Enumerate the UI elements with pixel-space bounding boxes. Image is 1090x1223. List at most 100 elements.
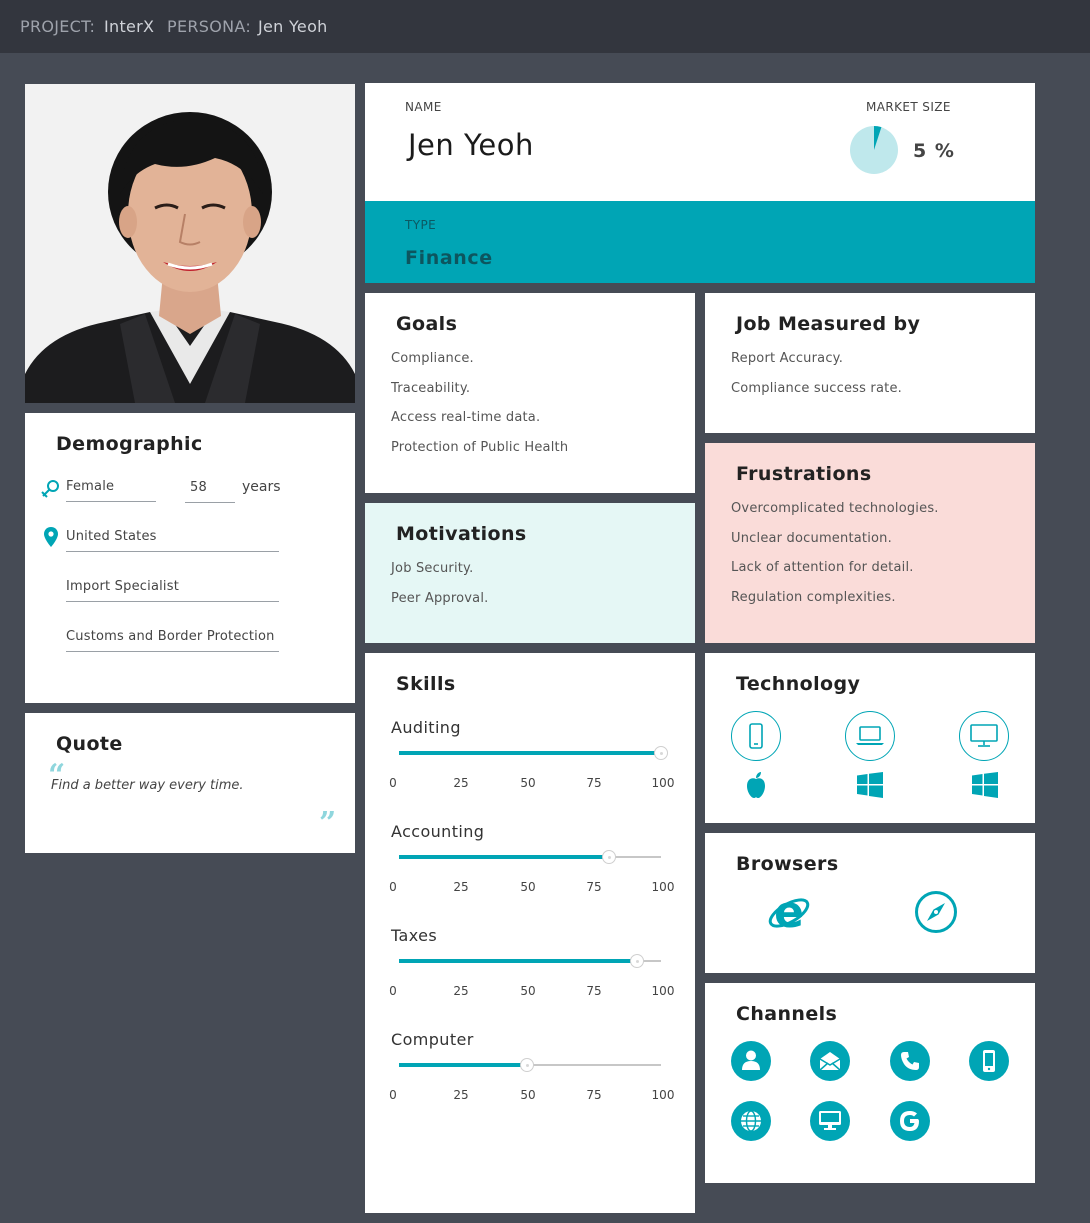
skill-fill xyxy=(399,959,638,963)
skills-card: Skills Auditing 0 25 50 75 100 Accounting 0 25 50… xyxy=(365,653,695,1213)
occupation-field[interactable]: Import Specialist xyxy=(66,579,279,602)
skill-track[interactable] xyxy=(399,1058,661,1072)
gender-icon xyxy=(41,480,59,498)
skill-tick-label: 75 xyxy=(586,776,602,790)
skills-title: Skills xyxy=(396,673,456,695)
frustration-item: Lack of attention for detail. xyxy=(731,560,914,576)
persona-label: PERSONA: xyxy=(167,17,252,36)
organization-field[interactable]: Customs and Border Protection xyxy=(66,629,279,652)
technology-card: Technology xyxy=(705,653,1035,823)
motivation-item: Job Security. xyxy=(391,561,474,576)
mobile-icon xyxy=(731,711,781,761)
skill-handle[interactable] xyxy=(601,850,616,864)
google-icon xyxy=(890,1101,930,1141)
desktop-icon xyxy=(959,711,1009,761)
type-value: Finance xyxy=(405,247,493,269)
skill-scale: 0 25 50 75 100 xyxy=(389,984,681,998)
skill-track[interactable] xyxy=(399,850,661,864)
skill-track[interactable] xyxy=(399,746,668,760)
apple-icon xyxy=(747,772,765,798)
skill-tick-label: 0 xyxy=(389,776,397,790)
job-measured-by-list: Report Accuracy. Compliance success rate… xyxy=(731,351,902,410)
location-pin-icon xyxy=(44,527,58,547)
skill-name: Auditing xyxy=(391,718,461,737)
skill-tick-label: 0 xyxy=(389,880,397,894)
job-measure-item: Compliance success rate. xyxy=(731,380,902,396)
age-field[interactable]: 58 xyxy=(185,480,235,503)
persona-name: Jen Yeoh xyxy=(258,17,328,36)
windows-icon xyxy=(857,772,883,798)
mobile-icon xyxy=(969,1041,1009,1081)
frustration-item: Overcomplicated technologies. xyxy=(731,501,939,516)
skill-tick-label: 50 xyxy=(520,984,536,998)
goal-item: Traceability. xyxy=(391,380,471,396)
frustration-item: Regulation complexities. xyxy=(731,590,896,606)
location-field[interactable]: United States xyxy=(66,529,279,552)
skill-tick-label: 75 xyxy=(586,1088,602,1102)
goal-item: Access real-time data. xyxy=(391,410,541,426)
age-unit: years xyxy=(242,479,281,495)
persona-full-name: Jen Yeoh xyxy=(408,128,534,162)
browsers-card: Browsers e xyxy=(705,833,1035,973)
goal-item: Compliance. xyxy=(391,351,474,366)
phone-icon xyxy=(890,1041,930,1081)
skill-fill xyxy=(399,751,661,755)
persona-portrait-image xyxy=(25,84,355,403)
skill-tick-label: 50 xyxy=(520,1088,536,1102)
market-size-value: 5 % xyxy=(913,140,955,162)
frustrations-card: Frustrations Overcomplicated technologie… xyxy=(705,443,1035,643)
skill-name: Computer xyxy=(391,1030,474,1049)
type-label: TYPE xyxy=(405,218,437,232)
laptop-icon xyxy=(845,711,895,761)
demographic-title: Demographic xyxy=(56,433,203,455)
skill-slider[interactable]: Auditing 0 25 50 75 100 xyxy=(389,718,681,822)
job-measured-by-title: Job Measured by xyxy=(736,313,921,335)
skill-tick-label: 75 xyxy=(586,984,602,998)
desktop-icon xyxy=(810,1101,850,1141)
internet-explorer-icon: e xyxy=(768,890,810,934)
safari-icon xyxy=(915,891,957,933)
skill-track[interactable] xyxy=(399,954,661,968)
goal-item: Protection of Public Health xyxy=(391,440,569,456)
goals-card: Goals Compliance. Traceability. Access r… xyxy=(365,293,695,493)
skill-fill xyxy=(399,855,609,859)
job-measure-item: Report Accuracy. xyxy=(731,351,844,366)
skill-handle[interactable] xyxy=(654,746,668,760)
skill-handle[interactable] xyxy=(630,954,645,968)
skill-name: Accounting xyxy=(391,822,485,841)
browsers-title: Browsers xyxy=(736,853,839,875)
skill-tick-label: 0 xyxy=(389,1088,397,1102)
skill-tick-label: 75 xyxy=(586,880,602,894)
skill-tick-label: 25 xyxy=(453,984,469,998)
quote-card: Quote “ Find a better way every time. ” xyxy=(25,713,355,853)
skill-tick-label: 25 xyxy=(453,776,469,790)
gender-field[interactable]: Female xyxy=(66,479,156,502)
skill-handle[interactable] xyxy=(520,1058,535,1072)
motivation-item: Peer Approval. xyxy=(391,590,489,606)
skill-tick-label: 100 xyxy=(651,776,675,790)
name-label: NAME xyxy=(405,100,442,114)
skill-tick-label: 100 xyxy=(651,880,675,894)
persona-photo xyxy=(25,84,355,403)
quote-text: Find a better way every time. xyxy=(51,778,244,793)
skill-scale: 0 25 50 75 100 xyxy=(389,776,681,790)
name-card: NAME Jen Yeoh MARKET SIZE 5 % xyxy=(365,83,1035,201)
skill-slider[interactable]: Taxes 0 25 50 75 100 xyxy=(389,926,681,1030)
windows-icon xyxy=(972,772,998,798)
skill-scale: 0 25 50 75 100 xyxy=(389,880,681,894)
skill-slider[interactable]: Computer 0 25 50 75 100 xyxy=(389,1030,681,1134)
technology-title: Technology xyxy=(736,673,861,695)
motivations-card: Motivations Job Security. Peer Approval. xyxy=(365,503,695,643)
frustrations-list: Overcomplicated technologies. Unclear do… xyxy=(731,501,939,620)
skill-slider[interactable]: Accounting 0 25 50 75 100 xyxy=(389,822,681,926)
project-name: InterX xyxy=(104,17,155,36)
channels-card: Channels xyxy=(705,983,1035,1183)
skill-tick-label: 25 xyxy=(453,1088,469,1102)
channels-title: Channels xyxy=(736,1003,838,1025)
quote-title: Quote xyxy=(56,733,123,755)
email-icon xyxy=(810,1041,850,1081)
person-icon xyxy=(731,1041,771,1081)
skill-tick-label: 0 xyxy=(389,984,397,998)
skill-name: Taxes xyxy=(391,926,438,945)
frustration-item: Unclear documentation. xyxy=(731,530,892,546)
